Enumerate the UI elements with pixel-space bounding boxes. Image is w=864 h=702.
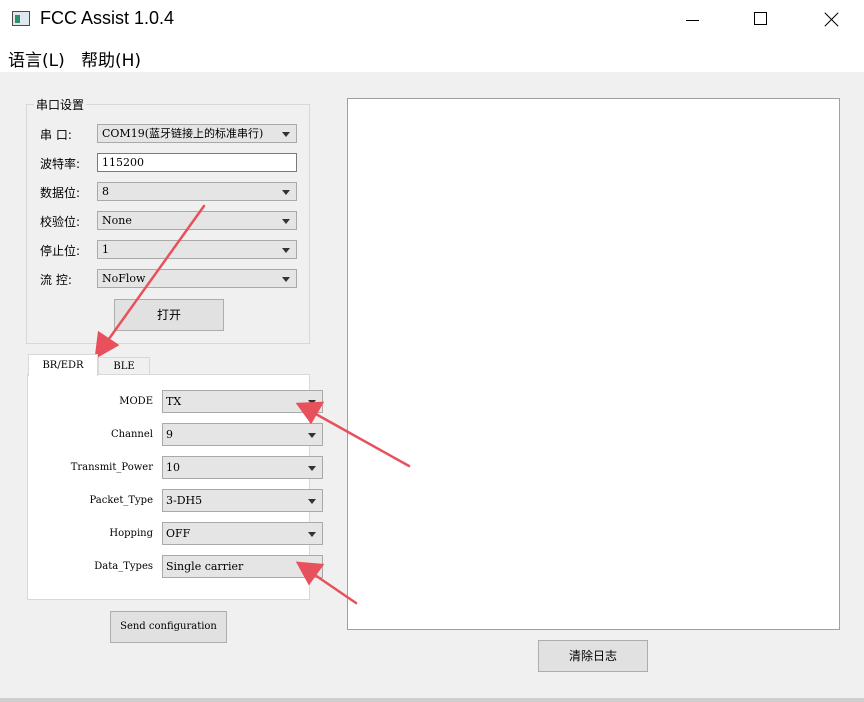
clear-log-button[interactable]: 清除日志 xyxy=(538,640,648,672)
chevron-down-icon xyxy=(282,248,290,253)
tab-ble[interactable]: BLE xyxy=(98,357,150,375)
flow-control-select[interactable]: NoFlow xyxy=(97,269,297,288)
chevron-down-icon xyxy=(282,132,290,137)
flow-control-label: 流 控: xyxy=(40,273,72,287)
open-port-button[interactable]: 打开 xyxy=(114,299,224,331)
hopping-select[interactable]: OFF xyxy=(162,522,323,545)
close-button[interactable] xyxy=(808,0,854,40)
port-select[interactable]: COM19(蓝牙链接上的标准串行) xyxy=(97,124,297,143)
port-label: 串 口: xyxy=(40,128,72,142)
chevron-down-icon xyxy=(282,277,290,282)
mode-label: MODE xyxy=(119,396,153,407)
transmit-power-select[interactable]: 10 xyxy=(162,456,323,479)
title-bar: FCC Assist 1.0.4 xyxy=(0,0,864,40)
log-output[interactable] xyxy=(347,98,840,630)
chevron-down-icon xyxy=(282,219,290,224)
bottom-border xyxy=(0,698,864,702)
baud-rate-input[interactable]: 115200 xyxy=(97,153,297,172)
chevron-down-icon xyxy=(308,400,316,405)
data-bits-label: 数据位: xyxy=(40,186,81,200)
packet-type-select[interactable]: 3-DH5 xyxy=(162,489,323,512)
menu-language[interactable]: 语言(L) xyxy=(8,46,65,71)
app-icon xyxy=(12,11,30,26)
stop-bits-select[interactable]: 1 xyxy=(97,240,297,259)
hopping-label: Hopping xyxy=(109,528,153,539)
chevron-down-icon xyxy=(282,190,290,195)
window-title: FCC Assist 1.0.4 xyxy=(40,8,175,28)
parity-select[interactable]: None xyxy=(97,211,297,230)
channel-select[interactable]: 9 xyxy=(162,423,323,446)
baud-label: 波特率: xyxy=(40,157,81,171)
data-bits-select[interactable]: 8 xyxy=(97,182,297,201)
chevron-down-icon xyxy=(308,433,316,438)
maximize-button[interactable] xyxy=(738,0,784,40)
chevron-down-icon xyxy=(308,499,316,504)
data-types-select[interactable]: Single carrier xyxy=(162,555,323,578)
tab-br-edr[interactable]: BR/EDR xyxy=(28,354,98,376)
packet-type-label: Packet_Type xyxy=(89,495,153,506)
stop-bits-label: 停止位: xyxy=(40,244,81,258)
chevron-down-icon xyxy=(308,532,316,537)
send-configuration-button[interactable]: Send configuration xyxy=(110,611,227,643)
data-types-label: Data_Types xyxy=(94,561,153,572)
transmit-power-label: Transmit_Power xyxy=(70,462,153,473)
channel-label: Channel xyxy=(110,429,153,440)
chevron-down-icon xyxy=(308,466,316,471)
br-edr-panel: MODE TX Channel 9 Transmit_Power 10 Pack… xyxy=(27,374,323,600)
menu-help[interactable]: 帮助(H) xyxy=(81,46,141,71)
parity-label: 校验位: xyxy=(40,215,81,229)
serial-settings-title: 串口设置 xyxy=(34,96,87,113)
mode-select[interactable]: TX xyxy=(162,390,323,413)
chevron-down-icon xyxy=(308,565,316,570)
menu-bar: 语言(L) 帮助(H) xyxy=(0,40,864,72)
minimize-button[interactable] xyxy=(670,0,716,40)
